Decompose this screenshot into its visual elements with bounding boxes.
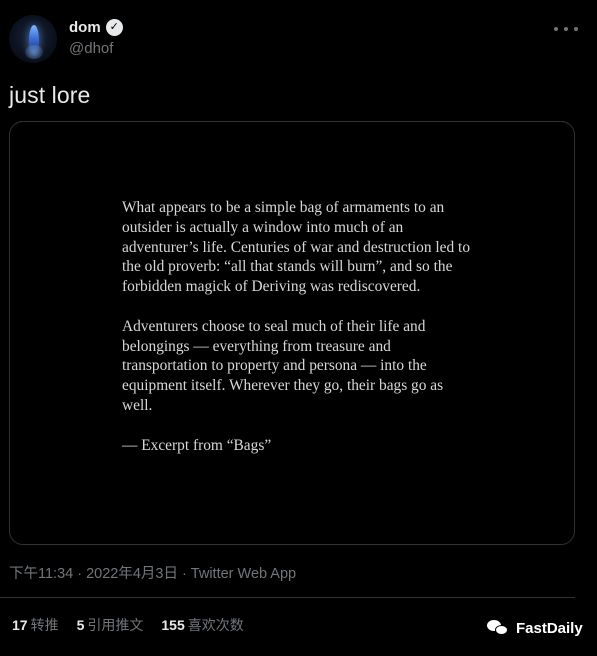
more-options-icon[interactable] [554,21,578,37]
quotes-count: 5 [76,617,85,633]
avatar[interactable] [9,15,57,63]
quotes-stat[interactable]: 5 引用推文 [77,615,144,635]
likes-count: 155 [161,617,185,633]
tweet-time[interactable]: 下午11:34 [9,566,73,582]
excerpt-text: What appears to be a simple bag of armam… [122,198,472,475]
meta-separator: · [181,566,187,582]
avatar-glow [25,45,43,59]
likes-stat[interactable]: 155 喜欢次数 [161,615,243,635]
excerpt-attribution: — Excerpt from “Bags” [122,436,272,454]
tweet-source[interactable]: Twitter Web App [191,566,296,582]
tweet-metadata: 下午11:34 · 2022年4月3日 · Twitter Web App [9,562,296,583]
tweet-media-image[interactable]: What appears to be a simple bag of armam… [9,121,575,545]
wechat-icon [487,619,509,637]
author-handle[interactable]: @dhof [69,40,113,57]
retweets-label: 转推 [30,617,59,633]
excerpt-paragraph-2: Adventurers choose to seal much of their… [122,317,444,414]
quotes-label: 引用推文 [87,617,144,633]
author-display-name[interactable]: dom [69,19,101,36]
excerpt-paragraph-1: What appears to be a simple bag of armam… [122,199,471,296]
tweet-text: just lore [9,82,91,108]
author-name-row: dom ✓ [69,19,123,36]
divider [0,597,575,598]
tweet-detail: dom ✓ @dhof just lore What appears to be… [0,0,597,656]
retweets-count: 17 [12,617,28,633]
meta-separator: · [77,566,83,582]
engagement-stats: 17 转推 5 引用推文 155 喜欢次数 [12,615,244,635]
watermark: FastDaily [487,619,583,637]
watermark-text: FastDaily [516,619,583,637]
verified-badge-icon: ✓ [105,19,123,36]
tweet-date[interactable]: 2022年4月3日 [86,566,178,582]
likes-label: 喜欢次数 [187,617,244,633]
retweets-stat[interactable]: 17 转推 [12,615,59,635]
